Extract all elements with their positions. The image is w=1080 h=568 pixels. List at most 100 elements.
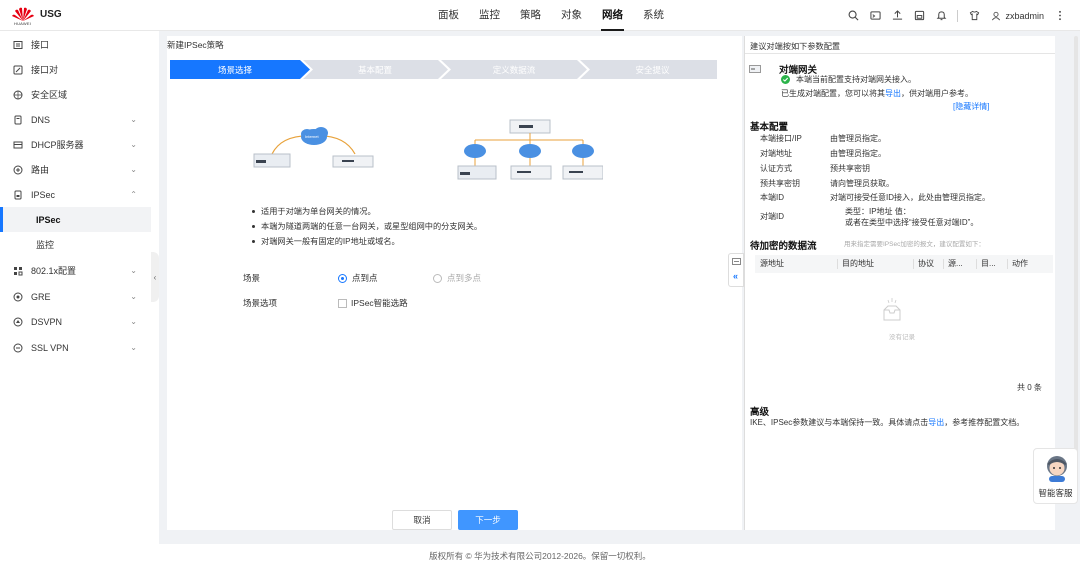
terminal-icon[interactable] <box>869 10 881 22</box>
ipsec-smart-route-checkbox[interactable]: IPSec智能选路 <box>338 297 408 309</box>
sidebar-item-dot1x[interactable]: 802.1x配置 ⌄ <box>0 258 151 283</box>
sidebar-item-gre[interactable]: GRE ⌄ <box>0 284 151 309</box>
row-key: 对端ID <box>760 212 784 221</box>
security-zone-icon <box>13 90 23 100</box>
advanced-export-link[interactable]: 导出 <box>928 418 944 427</box>
sidebar-item-label: 接口对 <box>31 65 59 75</box>
sidebar-item-security-zone[interactable]: 安全区域 <box>0 82 151 107</box>
step-flow: 定义数据流 <box>492 64 536 75</box>
sidebar-item-sslvpn[interactable]: SSL VPN ⌄ <box>0 335 151 360</box>
advanced-pre: IKE、IPSec参数建议与本端保持一致。具体请点击 <box>750 418 929 427</box>
chevron-down-icon: ⌄ <box>130 140 137 149</box>
shirt-theme-icon[interactable] <box>968 10 980 22</box>
sidebar-item-label: 监控 <box>36 240 55 250</box>
interface-pair-icon <box>13 65 23 75</box>
nav-dashboard[interactable]: 面板 <box>428 0 469 31</box>
basic-row-local-id: 本端ID 对端可接受任意ID接入，此处由管理员指定。 <box>760 192 990 203</box>
panel-icon <box>732 257 741 267</box>
sidebar-item-dns[interactable]: DNS ⌄ <box>0 107 151 132</box>
nav-policy[interactable]: 策略 <box>510 0 551 31</box>
next-button[interactable]: 下一步 <box>458 510 518 530</box>
internet-label: Internet <box>305 134 319 139</box>
col-src-port[interactable]: 源... <box>943 255 976 273</box>
scene-description: 适用于对端为单台网关的情况。 本端为隧道两端的任意一台网关，或星型组网中的分支网… <box>250 204 482 249</box>
sidebar-item-label: GRE <box>31 291 51 302</box>
nav-network[interactable]: 网络 <box>592 0 633 31</box>
advanced-heading: 高级 <box>750 407 770 418</box>
wizard-title: 新建IPSec策略 <box>167 40 224 50</box>
flow-hint: 用来指定需要IPSec加密的报文，建议配置如下： <box>844 241 985 248</box>
interface-icon <box>13 40 23 50</box>
chevron-left-icon: ‹ <box>153 272 157 282</box>
save-icon[interactable] <box>913 10 925 22</box>
check-circle-icon <box>781 75 790 86</box>
advanced-post: ，参考推荐配置文档。 <box>944 418 1025 427</box>
sidebar-item-interface[interactable]: 接口 <box>0 32 151 57</box>
col-protocol[interactable]: 协议 <box>913 255 943 273</box>
sidebar-collapse-handle[interactable]: ‹ <box>151 252 159 302</box>
col-action[interactable]: 动作 <box>1007 255 1053 273</box>
cancel-button[interactable]: 取消 <box>392 510 452 530</box>
search-icon[interactable] <box>847 10 859 22</box>
col-dst-port[interactable]: 目... <box>976 255 1007 273</box>
empty-text: 没有记录 <box>889 334 915 341</box>
radio-label: 点到多点 <box>447 273 482 283</box>
more-vertical-icon[interactable] <box>1054 10 1066 22</box>
peer-export-post: ，供对端用户参考。 <box>901 89 973 98</box>
panel-title-divider <box>745 53 1055 54</box>
assistant-avatar-icon <box>1044 454 1070 484</box>
username: zxbadmin <box>1005 10 1044 21</box>
basic-row-auth: 认证方式 预共享密钥 <box>760 163 870 174</box>
radio-p2mp[interactable]: 点到多点 <box>433 272 481 284</box>
row-value: 请向管理员获取。 <box>830 179 894 188</box>
right-panel-toggle[interactable]: « <box>728 253 744 287</box>
col-source[interactable]: 源地址 <box>755 255 837 273</box>
row-key: 本端ID <box>760 193 784 202</box>
row-value: 由管理员指定。 <box>830 134 886 143</box>
sidebar-item-label: DNS <box>31 114 51 125</box>
route-icon <box>13 165 23 175</box>
panel-scrollbar[interactable] <box>1074 36 1078 456</box>
row-value: 由管理员指定。 <box>830 149 886 158</box>
radio-p2p[interactable]: 点到点 <box>338 272 378 284</box>
basic-row-peer-id: 对端ID <box>760 211 830 222</box>
user-menu[interactable]: zxbadmin <box>990 10 1044 22</box>
advanced-text: IKE、IPSec参数建议与本端保持一致。具体请点击导出，参考推荐配置文档。 <box>750 417 1045 428</box>
hide-details-link[interactable]: [隐藏详情] <box>953 101 989 112</box>
sidebar-item-ipsec-policy[interactable]: IPSec <box>0 207 151 232</box>
nav-object[interactable]: 对象 <box>551 0 592 31</box>
toolbar-divider <box>957 9 959 22</box>
sidebar-item-dhcp[interactable]: DHCP服务器 ⌄ <box>0 132 151 157</box>
bullet-item: 对端网关一般有固定的IP地址或域名。 <box>250 234 482 249</box>
step-scene: 场景选择 <box>217 64 252 75</box>
peer-id-value: 类型：IP地址 值： <box>845 207 911 216</box>
upload-icon[interactable] <box>891 10 903 22</box>
ipsec-icon <box>13 190 23 200</box>
empty-box-icon <box>882 298 902 326</box>
sidebar-item-label: IPSec <box>31 189 56 200</box>
sidebar-item-interface-pair[interactable]: 接口对 <box>0 57 151 82</box>
export-link[interactable]: 导出 <box>885 89 901 98</box>
panel-title: 建议对端按如下参数配置 <box>750 42 841 51</box>
checkbox-box <box>338 298 347 308</box>
row-key: 本端接口/IP <box>760 134 802 143</box>
step-basic: 基本配置 <box>357 64 392 75</box>
sidebar-item-dsvpn[interactable]: DSVPN ⌄ <box>0 309 151 334</box>
col-destination[interactable]: 目的地址 <box>837 255 913 273</box>
row-key: 认证方式 <box>760 164 792 173</box>
chat-assistant-button[interactable]: 智能客服 <box>1033 448 1078 504</box>
nav-monitor[interactable]: 监控 <box>469 0 510 31</box>
wizard-steps: 场景选择 基本配置 定义数据流 安全提议 <box>170 60 717 79</box>
chevron-down-icon: ⌄ <box>130 292 137 301</box>
bell-icon[interactable] <box>935 10 947 22</box>
sidebar-item-ipsec-monitor[interactable]: 监控 <box>0 232 151 257</box>
total-count: 共 0 条 <box>1017 383 1042 392</box>
nav-system[interactable]: 系统 <box>633 0 674 31</box>
row-key: 对端地址 <box>760 149 792 158</box>
sidebar-item-route[interactable]: 路由 ⌄ <box>0 157 151 182</box>
row-value: 预共享密钥 <box>830 164 870 173</box>
sidebar-item-label: DHCP服务器 <box>31 140 84 150</box>
basic-row-psk: 预共享密钥 请向管理员获取。 <box>760 178 894 189</box>
peer-status-text: 本端当前配置支持对端网关接入。 <box>796 75 916 84</box>
sidebar-item-ipsec[interactable]: IPSec ⌃ <box>0 182 151 207</box>
